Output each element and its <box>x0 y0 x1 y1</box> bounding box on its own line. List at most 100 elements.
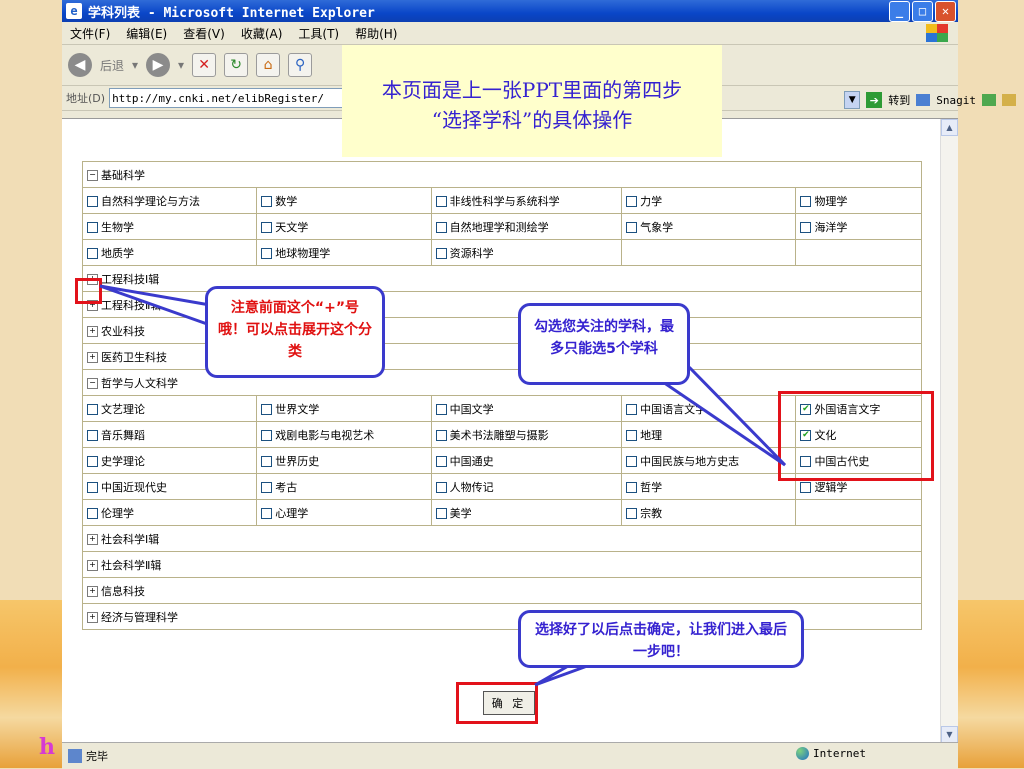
subject-label[interactable]: 地理 <box>640 429 662 442</box>
minimize-button[interactable]: _ <box>889 0 910 22</box>
subject-checkbox[interactable] <box>626 196 638 207</box>
category-label[interactable]: 经济与管理科学 <box>101 611 178 624</box>
subject-label[interactable]: 资源科学 <box>450 247 494 260</box>
category-label[interactable]: 哲学与人文科学 <box>101 377 178 390</box>
subject-label[interactable]: 气象学 <box>640 221 673 234</box>
subject-label[interactable]: 逻辑学 <box>814 481 847 494</box>
snagit-capture-icon[interactable] <box>982 94 996 106</box>
expand-plus-icon[interactable]: + <box>87 534 98 545</box>
menu-item[interactable]: 编辑(E) <box>126 25 167 42</box>
subject-checkbox[interactable] <box>87 456 98 467</box>
subject-checkbox[interactable] <box>87 196 98 207</box>
subject-label[interactable]: 地球物理学 <box>275 247 330 260</box>
subject-label[interactable]: 地质学 <box>101 247 134 260</box>
subject-checkbox[interactable] <box>800 222 812 233</box>
subject-checkbox[interactable] <box>435 222 447 233</box>
back-arrow-icon[interactable]: ◀ <box>68 53 92 77</box>
subject-checkbox[interactable] <box>261 222 273 233</box>
subject-checkbox[interactable] <box>87 404 98 415</box>
subject-checkbox[interactable] <box>261 248 273 259</box>
subject-checkbox[interactable] <box>626 482 638 493</box>
subject-label[interactable]: 世界历史 <box>275 455 319 468</box>
subject-checkbox[interactable] <box>87 222 98 233</box>
subject-checkbox[interactable] <box>626 456 638 467</box>
category-label[interactable]: 农业科技 <box>101 325 145 338</box>
title-bar[interactable]: e 学科列表 - Microsoft Internet Explorer _ □… <box>62 0 958 22</box>
subject-label[interactable]: 史学理论 <box>101 455 145 468</box>
category-label[interactable]: 信息科技 <box>101 585 145 598</box>
subject-label[interactable]: 文艺理论 <box>101 403 145 416</box>
forward-arrow-icon[interactable]: ▶ <box>146 53 171 77</box>
subject-checkbox[interactable] <box>261 196 273 207</box>
subject-label[interactable]: 物理学 <box>814 195 847 208</box>
maximize-button[interactable]: □ <box>912 0 933 22</box>
subject-label[interactable]: 哲学 <box>640 481 662 494</box>
forward-dropdown-icon[interactable]: ▾ <box>178 58 184 72</box>
subject-label[interactable]: 生物学 <box>101 221 134 234</box>
expand-plus-icon[interactable]: + <box>87 586 98 597</box>
expand-plus-icon[interactable]: + <box>87 612 98 623</box>
refresh-icon[interactable]: ↻ <box>224 53 249 77</box>
subject-label[interactable]: 天文学 <box>275 221 308 234</box>
vertical-scrollbar[interactable]: ▲ ▼ <box>940 119 958 743</box>
subject-label[interactable]: 宗教 <box>640 507 662 520</box>
subject-label[interactable]: 心理学 <box>275 507 308 520</box>
scroll-down-icon[interactable]: ▼ <box>941 726 958 743</box>
subject-checkbox[interactable] <box>626 222 638 233</box>
subject-checkbox[interactable] <box>435 248 447 259</box>
subject-checkbox[interactable] <box>435 508 447 519</box>
subject-checkbox[interactable] <box>261 456 273 467</box>
collapse-minus-icon[interactable]: − <box>87 170 98 181</box>
subject-checkbox[interactable] <box>435 456 447 467</box>
menu-item[interactable]: 查看(V) <box>183 25 225 42</box>
subject-checkbox[interactable] <box>435 404 447 415</box>
collapse-minus-icon[interactable]: − <box>87 378 98 389</box>
menu-item[interactable]: 帮助(H) <box>355 25 397 42</box>
menu-item[interactable]: 收藏(A) <box>241 25 283 42</box>
subject-checkbox[interactable] <box>87 248 98 259</box>
subject-checkbox[interactable] <box>626 430 638 441</box>
home-icon[interactable]: ⌂ <box>256 53 281 77</box>
stop-icon[interactable]: ✕ <box>192 53 217 77</box>
subject-label[interactable]: 中国民族与地方史志 <box>640 455 739 468</box>
subject-label[interactable]: 非线性科学与系统科学 <box>450 195 560 208</box>
menu-item[interactable]: 工具(T) <box>298 25 339 42</box>
subject-checkbox[interactable] <box>800 482 812 493</box>
address-dropdown-icon[interactable]: ▼ <box>844 91 861 109</box>
scroll-up-icon[interactable]: ▲ <box>941 119 958 136</box>
subject-checkbox[interactable] <box>435 482 447 493</box>
category-label[interactable]: 基础科学 <box>101 169 145 182</box>
subject-label[interactable]: 力学 <box>640 195 662 208</box>
subject-label[interactable]: 人物传记 <box>450 481 494 494</box>
subject-label[interactable]: 数学 <box>275 195 297 208</box>
expand-plus-icon[interactable]: + <box>87 352 98 363</box>
go-arrow-icon[interactable]: ➔ <box>866 92 883 108</box>
subject-checkbox[interactable] <box>87 430 98 441</box>
subject-checkbox[interactable] <box>261 430 273 441</box>
category-label[interactable]: 社会科学Ⅱ辑 <box>101 559 161 572</box>
subject-label[interactable]: 世界文学 <box>275 403 319 416</box>
subject-label[interactable]: 海洋学 <box>814 221 847 234</box>
subject-label[interactable]: 中国文学 <box>450 403 494 416</box>
category-label[interactable]: 社会科学Ⅰ辑 <box>101 533 159 546</box>
subject-checkbox[interactable] <box>87 482 98 493</box>
snagit-window-icon[interactable] <box>1002 94 1016 106</box>
search-icon[interactable]: ⚲ <box>288 53 313 77</box>
snagit-icon[interactable] <box>916 94 931 106</box>
subject-label[interactable]: 中国语言文字 <box>640 403 706 416</box>
subject-checkbox[interactable] <box>435 430 447 441</box>
subject-label[interactable]: 美学 <box>450 507 472 520</box>
subject-checkbox[interactable] <box>261 508 273 519</box>
back-button-label[interactable]: 后退 <box>100 57 124 74</box>
subject-label[interactable]: 自然科学理论与方法 <box>101 195 200 208</box>
close-button[interactable]: ✕ <box>935 0 956 22</box>
subject-label[interactable]: 自然地理学和测绘学 <box>450 221 549 234</box>
expand-plus-icon[interactable]: + <box>87 326 98 337</box>
subject-checkbox[interactable] <box>800 196 812 207</box>
subject-checkbox[interactable] <box>261 482 273 493</box>
go-button-label[interactable]: 转到 <box>888 92 910 108</box>
subject-label[interactable]: 戏剧电影与电视艺术 <box>275 429 374 442</box>
subject-label[interactable]: 伦理学 <box>101 507 134 520</box>
category-label[interactable]: 工程科技Ⅱ辑 <box>101 299 161 312</box>
back-dropdown-icon[interactable]: ▾ <box>132 58 138 72</box>
